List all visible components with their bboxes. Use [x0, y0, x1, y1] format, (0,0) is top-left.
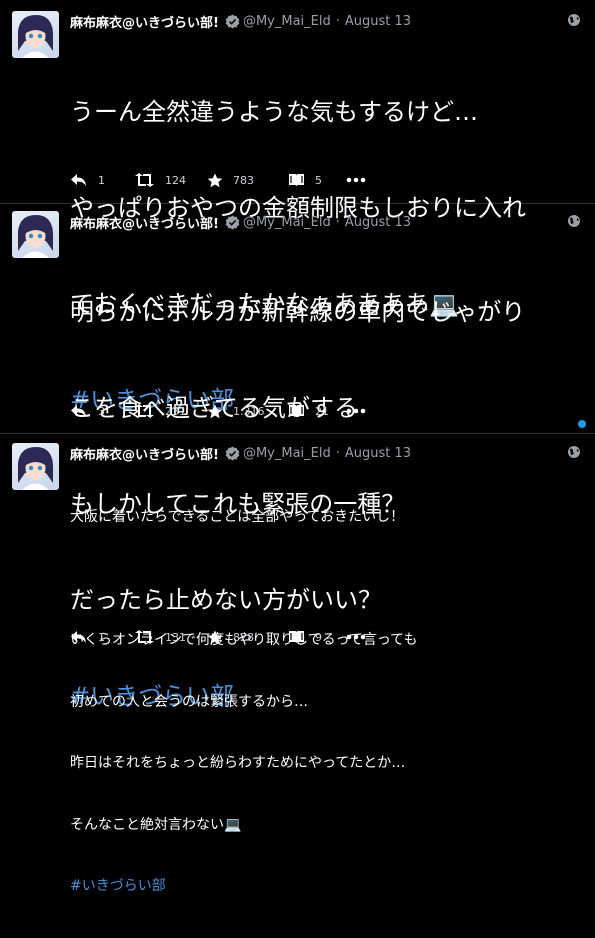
- like-button[interactable]: 828: [207, 630, 288, 645]
- unread-indicator: [578, 420, 586, 428]
- tweet-actions: 3 231 1.316 21: [70, 401, 366, 421]
- user-handle[interactable]: @My_Mai_Eld: [243, 14, 331, 29]
- retweet-count: 131: [165, 630, 186, 644]
- user-handle[interactable]: @My_Mai_Eld: [243, 215, 331, 230]
- globe-icon: [568, 215, 580, 227]
- like-star-icon: [207, 173, 223, 187]
- retweet-count: 124: [165, 173, 186, 187]
- tweet-actions: 1 124 783 5: [70, 170, 366, 190]
- tweet-text-line: 明らかにポルカが新幹線の車内でじゃがり: [70, 298, 526, 326]
- tweet-date[interactable]: August 13: [345, 215, 411, 230]
- tweet-text-line: うーん全然違うような気もするけど…: [70, 98, 478, 126]
- reply-count: 1: [98, 173, 105, 187]
- globe-icon: [568, 14, 580, 26]
- more-icon: [346, 408, 366, 414]
- retweet-button[interactable]: 131: [134, 630, 207, 644]
- globe-icon: [568, 446, 580, 458]
- reply-icon: [71, 405, 86, 417]
- retweet-icon: [135, 630, 154, 644]
- tweet-text: 大阪に着いたらできることは全部やっておきたいし！ いくらオンラインで何度もやり取…: [70, 466, 417, 938]
- reply-count: 3: [98, 404, 105, 418]
- more-icon: [346, 634, 366, 640]
- more-icon: [346, 177, 366, 183]
- display-name[interactable]: 麻布麻衣@いきづらい部!: [70, 213, 219, 232]
- display-name[interactable]: 麻布麻衣@いきづらい部!: [70, 444, 219, 463]
- reply-button[interactable]: 1: [70, 630, 134, 644]
- display-name[interactable]: 麻布麻衣@いきづらい部!: [70, 12, 219, 31]
- reply-button[interactable]: 1: [70, 173, 134, 187]
- reply-icon: [71, 631, 86, 643]
- more-button[interactable]: [346, 177, 366, 183]
- like-button[interactable]: 1.316: [207, 404, 288, 419]
- tweet-date[interactable]: August 13: [345, 446, 411, 461]
- avatar[interactable]: [12, 211, 59, 258]
- verified-badge-icon: [225, 214, 240, 230]
- quote-count: 9: [315, 630, 322, 644]
- retweet-button[interactable]: 124: [134, 173, 207, 187]
- like-star-icon: [207, 630, 223, 644]
- more-button[interactable]: [346, 408, 366, 414]
- reply-count: 1: [98, 630, 105, 644]
- user-handle[interactable]: @My_Mai_Eld: [243, 446, 331, 461]
- tweet-header: 麻布麻衣@いきづらい部! @My_Mai_Eld · August 13: [70, 444, 411, 463]
- quote-book-icon: [289, 405, 304, 417]
- tweet-header: 麻布麻衣@いきづらい部! @My_Mai_Eld · August 13: [70, 213, 411, 232]
- quote-button[interactable]: 5: [288, 173, 346, 187]
- quote-button[interactable]: 21: [288, 404, 346, 418]
- retweet-count: 231: [165, 404, 186, 418]
- tweet[interactable]: 麻布麻衣@いきづらい部! @My_Mai_Eld · August 13 大阪に…: [0, 433, 595, 894]
- tweet-text-line: 初めての人と会うのは緊張するから…: [70, 693, 308, 710]
- tweet[interactable]: 麻布麻衣@いきづらい部! @My_Mai_Eld · August 13 うーん…: [0, 0, 595, 414]
- tweet-text-line: そんなこと絶対言わない💻: [70, 816, 242, 833]
- quote-book-icon: [289, 631, 304, 643]
- quote-count: 21: [315, 404, 329, 418]
- more-button[interactable]: [346, 634, 366, 640]
- quote-button[interactable]: 9: [288, 630, 346, 644]
- quote-count: 5: [315, 173, 322, 187]
- avatar[interactable]: [12, 11, 59, 58]
- hashtag-link[interactable]: #いきづらい部: [70, 876, 417, 897]
- verified-badge-icon: [225, 445, 240, 461]
- avatar[interactable]: [12, 443, 59, 490]
- tweet-text-line: 大阪に着いたらできることは全部やっておきたいし！: [70, 509, 405, 525]
- separator-dot: ·: [335, 214, 340, 230]
- tweet-header: 麻布麻衣@いきづらい部! @My_Mai_Eld · August 13: [70, 12, 411, 31]
- separator-dot: ·: [335, 13, 340, 29]
- tweet-text-line: 昨日はそれをちょっと紛らわすためにやってたとか…: [70, 755, 406, 771]
- like-star-icon: [207, 404, 223, 418]
- verified-badge-icon: [225, 13, 240, 29]
- tweet-date[interactable]: August 13: [345, 14, 411, 29]
- like-count: 1.316: [233, 404, 265, 418]
- tweet[interactable]: 麻布麻衣@いきづらい部! @My_Mai_Eld · August 13 明らか…: [0, 203, 595, 710]
- reply-button[interactable]: 3: [70, 404, 134, 418]
- like-count: 783: [233, 173, 254, 187]
- tweet-actions: 1 131 828 9: [70, 627, 366, 647]
- retweet-icon: [135, 173, 154, 187]
- reply-icon: [71, 174, 86, 186]
- separator-dot: ·: [335, 445, 340, 461]
- like-button[interactable]: 783: [207, 173, 288, 188]
- retweet-icon: [135, 404, 154, 418]
- retweet-button[interactable]: 231: [134, 404, 207, 418]
- like-count: 828: [233, 630, 254, 644]
- tweet-text-line: [70, 569, 417, 590]
- quote-book-icon: [289, 174, 304, 186]
